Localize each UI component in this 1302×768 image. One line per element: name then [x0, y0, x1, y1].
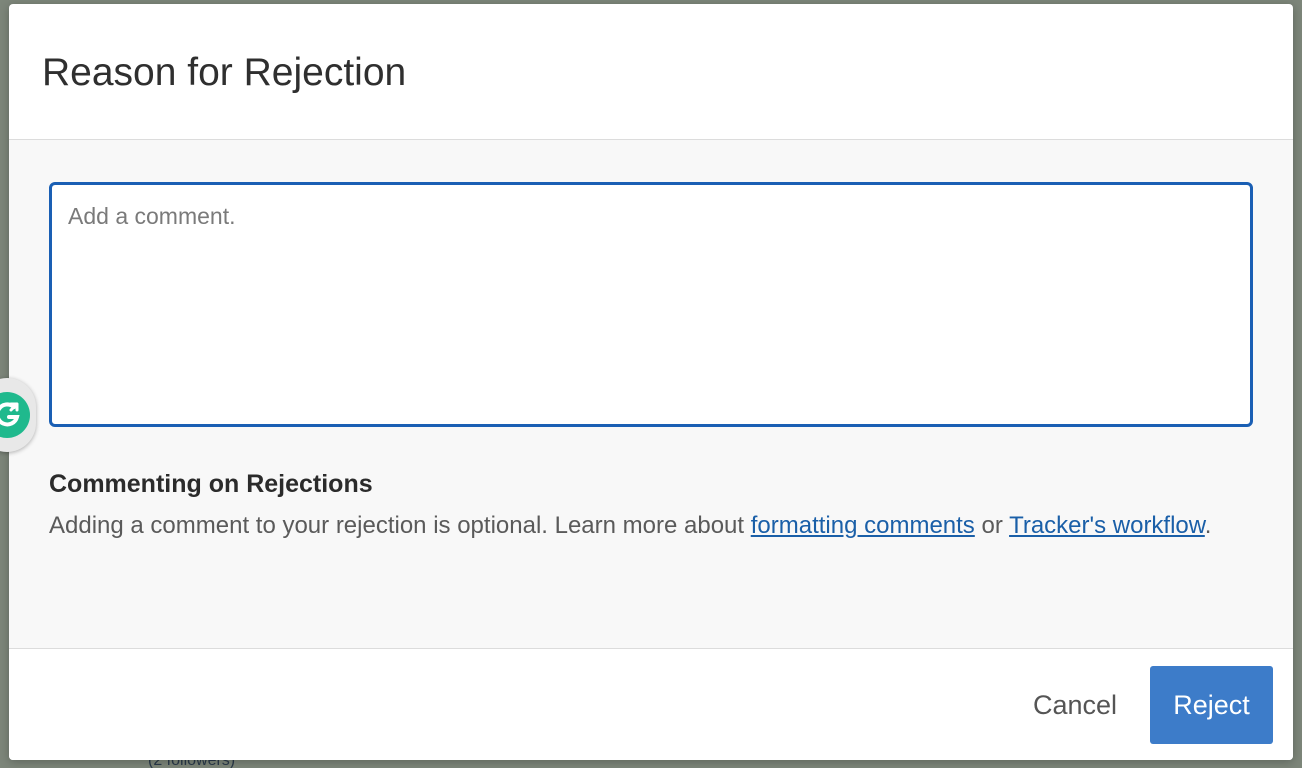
modal-title: Reason for Rejection: [42, 51, 407, 94]
modal-footer: Cancel Reject: [9, 649, 1293, 760]
comment-textarea[interactable]: [49, 182, 1253, 427]
cancel-button[interactable]: Cancel: [1019, 675, 1131, 735]
trackers-workflow-link[interactable]: Tracker's workflow: [1009, 512, 1205, 539]
help-text-end: .: [1204, 512, 1212, 539]
help-text-or: or: [974, 512, 1010, 539]
modal-body: Commenting on Rejections Adding a commen…: [9, 140, 1293, 649]
help-text: Adding a comment to your rejection is op…: [49, 510, 1249, 542]
rejection-modal: Reason for Rejection Commenting on Rejec…: [9, 4, 1293, 760]
formatting-comments-link[interactable]: formatting comments: [751, 512, 975, 539]
grammarly-glyph: [0, 402, 20, 427]
grammarly-icon: [0, 392, 30, 438]
modal-header: Reason for Rejection: [9, 4, 1293, 140]
reject-button[interactable]: Reject: [1150, 666, 1273, 744]
help-title: Commenting on Rejections: [49, 470, 373, 498]
help-text-intro: Adding a comment to your rejection is op…: [49, 512, 751, 539]
